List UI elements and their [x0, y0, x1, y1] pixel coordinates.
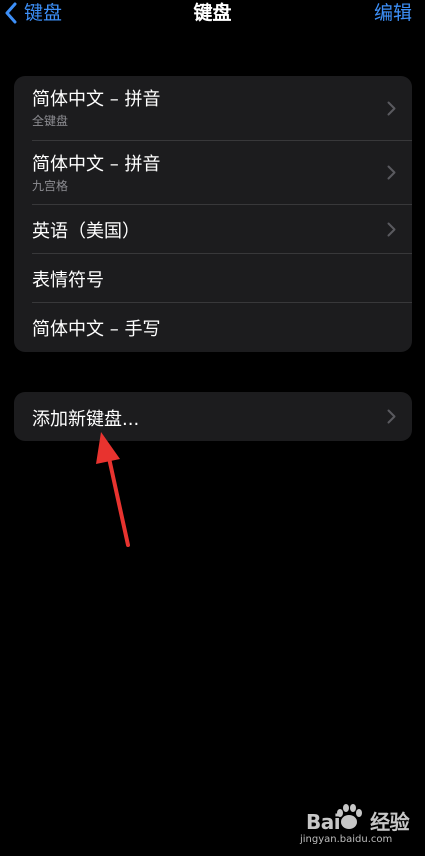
keyboard-title: 简体中文 – 拼音 [32, 154, 161, 175]
keyboard-row-handwriting[interactable]: 简体中文 – 手写 [14, 303, 412, 352]
keyboard-row-emoji[interactable]: 表情符号 [14, 254, 412, 303]
keyboard-row-pinyin-full[interactable]: 简体中文 – 拼音 全键盘 [14, 76, 412, 141]
chevron-right-icon [387, 101, 396, 116]
baidu-jingyan-watermark: Bai 经验 jingyan.baidu.com [300, 800, 412, 848]
navigation-bar: 键盘 键盘 编辑 [0, 0, 425, 30]
chevron-right-icon [387, 165, 396, 180]
keyboard-title: 表情符号 [32, 270, 104, 291]
keyboard-row-pinyin-9key[interactable]: 简体中文 – 拼音 九宫格 [14, 141, 412, 205]
add-new-keyboard-button[interactable]: 添加新键盘... [14, 392, 412, 441]
chevron-right-icon [387, 409, 396, 424]
watermark-brand-suffix: 经验 [370, 810, 410, 834]
keyboards-list: 简体中文 – 拼音 全键盘 简体中文 – 拼音 九宫格 英语（美国） 表情符号 … [14, 76, 412, 352]
add-new-keyboard-label: 添加新键盘... [32, 409, 140, 430]
watermark-url: jingyan.baidu.com [300, 834, 393, 845]
paw-logo-icon [337, 804, 362, 829]
add-keyboard-group: 添加新键盘... [14, 392, 412, 441]
keyboard-subtitle: 九宫格 [32, 179, 69, 193]
keyboard-title: 简体中文 – 拼音 [32, 89, 161, 110]
keyboard-subtitle: 全键盘 [32, 114, 69, 128]
keyboard-title: 简体中文 – 手写 [32, 319, 161, 340]
keyboard-row-english-us[interactable]: 英语（美国） [14, 205, 412, 254]
page-title: 键盘 [193, 2, 232, 24]
chevron-right-icon [387, 222, 396, 237]
edit-button[interactable]: 编辑 [374, 0, 412, 26]
keyboard-title: 英语（美国） [32, 221, 140, 242]
